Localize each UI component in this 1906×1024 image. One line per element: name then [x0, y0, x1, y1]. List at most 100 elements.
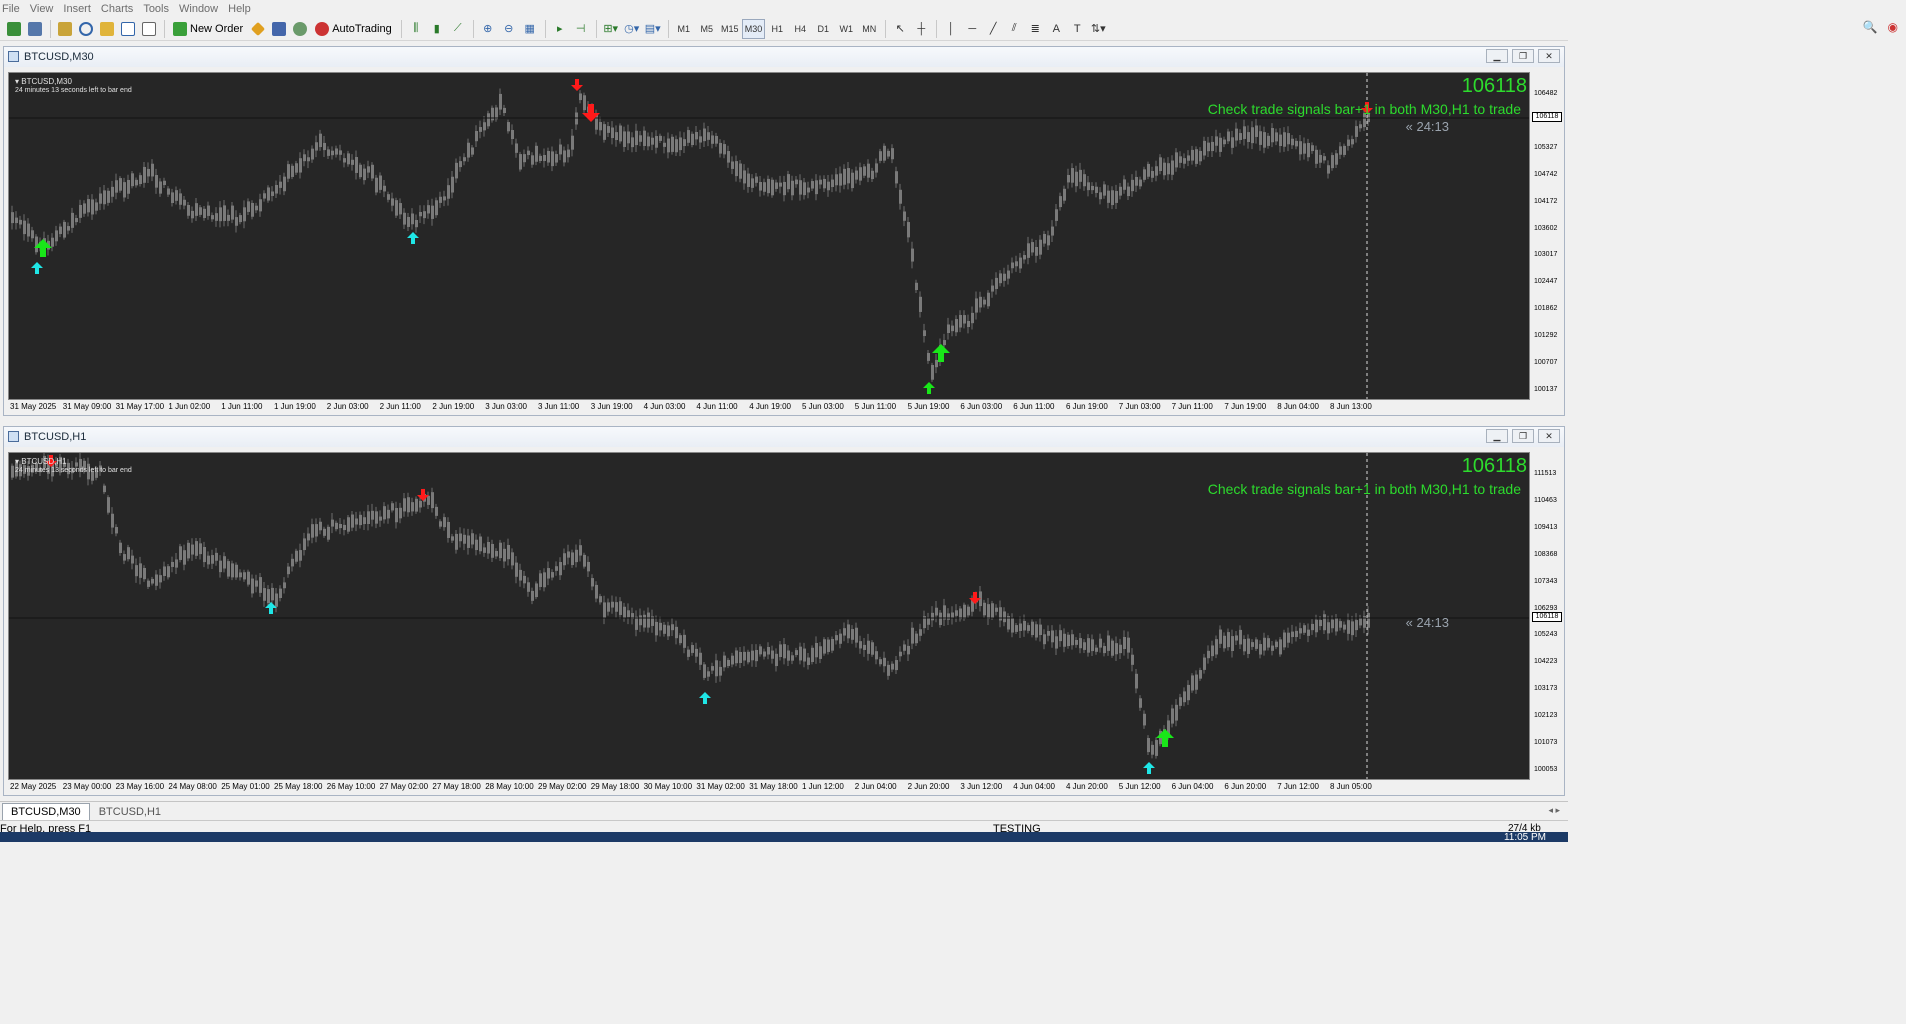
timeframe-h1[interactable]: H1 [766, 19, 788, 39]
horizontal-line-tool[interactable]: ─ [962, 19, 982, 39]
candle [1295, 626, 1298, 642]
candle [1331, 152, 1334, 171]
fibo-tool[interactable]: ≣ [1025, 19, 1045, 39]
arrows-tool[interactable]: ⇅▾ [1088, 19, 1108, 39]
zoom-out-button[interactable]: ⊖ [499, 19, 519, 39]
data-window-button[interactable] [76, 19, 96, 39]
auto-scroll-button[interactable]: ▸ [550, 19, 570, 39]
close-button[interactable]: ✕ [1538, 429, 1560, 443]
menu-charts[interactable]: Charts [99, 3, 141, 15]
time-tick-label: 27 May 18:00 [432, 782, 481, 791]
text-tool[interactable]: A [1046, 19, 1066, 39]
maximize-button[interactable]: ❐ [1512, 49, 1534, 63]
tile-windows-button[interactable]: ▦ [520, 19, 540, 39]
search-icon[interactable]: 🔍 [1863, 20, 1878, 34]
line-chart-button[interactable]: ⟋ [448, 19, 468, 39]
candle [211, 549, 214, 570]
timeframe-h4[interactable]: H4 [789, 19, 811, 39]
menu-view[interactable]: View [28, 3, 62, 15]
candle [515, 556, 518, 584]
timeframe-m1[interactable]: M1 [673, 19, 695, 39]
candle [175, 553, 178, 575]
strategy-tester-button[interactable] [139, 19, 159, 39]
candle [1083, 169, 1086, 191]
price-chart-h1[interactable]: ▾ BTCUSD,H1 24 minutes 13 seconds left t… [8, 452, 1530, 780]
time-axis[interactable]: 31 May 2025 31 May 09:00 31 May 17:00 1 Jun… [8, 400, 1530, 414]
timeframe-w1[interactable]: W1 [835, 19, 857, 39]
candle [531, 152, 534, 168]
autotrading-label: AutoTrading [332, 22, 392, 35]
crosshair-tool[interactable]: ┼ [911, 19, 931, 39]
tab-btcusd-m30[interactable]: BTCUSD,M30 [2, 803, 90, 820]
chart-window-m30[interactable]: BTCUSD,M30 ▁ ❐ ✕ ▾ BTCUSD,M30 24 minutes… [3, 46, 1565, 416]
new-chart-button[interactable] [4, 19, 24, 39]
candle [687, 126, 690, 147]
vertical-line-tool[interactable]: │ [941, 19, 961, 39]
candle [63, 219, 66, 240]
chart-window-h1[interactable]: BTCUSD,H1 ▁ ❐ ✕ ▾ BTCUSD,H1 24 minutes 1… [3, 426, 1565, 796]
metaeditor-button[interactable] [248, 19, 268, 39]
candle [499, 539, 502, 561]
candle [1323, 153, 1326, 164]
timeframe-m15[interactable]: M15 [719, 19, 741, 39]
maximize-button[interactable]: ❐ [1512, 429, 1534, 443]
autotrading-button[interactable]: AutoTrading [311, 19, 396, 39]
tab-btcusd-h1[interactable]: BTCUSD,H1 [90, 803, 170, 820]
profiles-button[interactable] [25, 19, 45, 39]
price-axis[interactable]: 111513 110463 109413 108368 107343 106293 1052… [1531, 452, 1563, 780]
candle [1027, 236, 1030, 265]
candle [1211, 640, 1214, 661]
candle [103, 184, 106, 210]
price-tick-label: 100137 [1534, 386, 1558, 393]
toolbar-separator [50, 19, 51, 38]
candle [399, 198, 402, 219]
tab-scroll-arrows[interactable]: ◂ ▸ [1548, 805, 1560, 816]
price-chart-m30[interactable]: ▾ BTCUSD,M30 24 minutes 13 seconds left … [8, 72, 1530, 400]
candle [799, 642, 802, 665]
price-tick-label: 101292 [1534, 332, 1558, 340]
candle [603, 121, 606, 143]
bar-chart-button[interactable]: ⫼ [406, 19, 426, 39]
candle [547, 147, 550, 166]
timeframe-m30[interactable]: M30 [741, 18, 766, 39]
market-watch-button[interactable] [55, 19, 75, 39]
chat-icon[interactable]: ◉ [1888, 20, 1898, 34]
periods-button[interactable]: ◷▾ [622, 19, 642, 39]
vps-button[interactable] [290, 19, 310, 39]
navigator-button[interactable] [97, 19, 117, 39]
zoom-in-button[interactable]: ⊕ [478, 19, 498, 39]
timeframe-d1[interactable]: D1 [812, 19, 834, 39]
close-button[interactable]: ✕ [1538, 49, 1560, 63]
menu-help[interactable]: Help [226, 3, 259, 15]
menu-file[interactable]: File [2, 3, 28, 15]
candle [363, 511, 366, 530]
new-order-button[interactable]: New Order [169, 19, 247, 39]
chart-shift-button[interactable]: ⊣ [571, 19, 591, 39]
menu-insert[interactable]: Insert [61, 3, 99, 15]
candle [971, 306, 974, 330]
menu-tools[interactable]: Tools [141, 3, 177, 15]
menu-window[interactable]: Window [177, 3, 226, 15]
channel-tool[interactable]: ⫽ [1004, 19, 1024, 39]
templates-button[interactable]: ▤▾ [643, 19, 663, 39]
candle [271, 186, 274, 202]
minimize-button[interactable]: ▁ [1486, 429, 1508, 443]
cursor-tool[interactable]: ↖ [890, 19, 910, 39]
candle [811, 178, 814, 191]
candle [227, 209, 230, 227]
time-tick-label: 30 May 10:00 [643, 782, 693, 791]
indicators-button[interactable]: ⊞▾ [601, 19, 621, 39]
timeframe-m5[interactable]: M5 [696, 19, 718, 39]
candle [155, 168, 158, 194]
signals-button[interactable] [269, 19, 289, 39]
terminal-button[interactable] [118, 19, 138, 39]
minimize-button[interactable]: ▁ [1486, 49, 1508, 63]
price-axis[interactable]: 1064821058971053271047421041721036021030… [1531, 72, 1563, 400]
timeframe-mn[interactable]: MN [858, 19, 880, 39]
candle [1327, 615, 1330, 640]
time-axis[interactable]: 22 May 2025 23 May 00:00 23 May 16:00 24 Ma… [8, 780, 1530, 794]
candle-chart-button[interactable]: ▮ [427, 19, 447, 39]
candle [159, 178, 162, 197]
trendline-tool[interactable]: ╱ [983, 19, 1003, 39]
text-label-tool[interactable]: T [1067, 19, 1087, 39]
